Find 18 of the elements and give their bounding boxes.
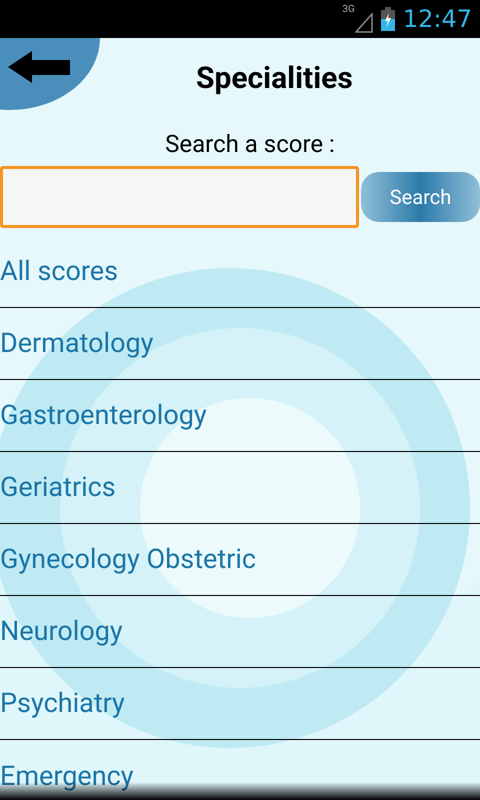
speciality-item[interactable]: All scores xyxy=(0,236,480,308)
speciality-item[interactable]: Gynecology Obstetric xyxy=(0,524,480,596)
battery-icon xyxy=(380,7,395,31)
page-title: Specialities xyxy=(196,64,353,94)
signal-icon xyxy=(354,13,373,33)
speciality-item[interactable]: Dermatology xyxy=(0,308,480,380)
speciality-item[interactable]: Emergency xyxy=(0,740,480,800)
speciality-item[interactable]: Geriatrics xyxy=(0,452,480,524)
speciality-item[interactable]: Gastroenterology xyxy=(0,380,480,452)
back-button[interactable] xyxy=(8,50,72,84)
network-type: 3G xyxy=(342,5,355,15)
speciality-item[interactable]: Psychiatry xyxy=(0,668,480,740)
search-field[interactable] xyxy=(0,166,359,228)
back-arrow-icon xyxy=(8,51,70,83)
search-button[interactable]: Search xyxy=(361,172,480,222)
search-label: Search a score : xyxy=(165,132,335,156)
speciality-item[interactable]: Neurology xyxy=(0,596,480,668)
clock: 12:47 xyxy=(402,4,472,35)
